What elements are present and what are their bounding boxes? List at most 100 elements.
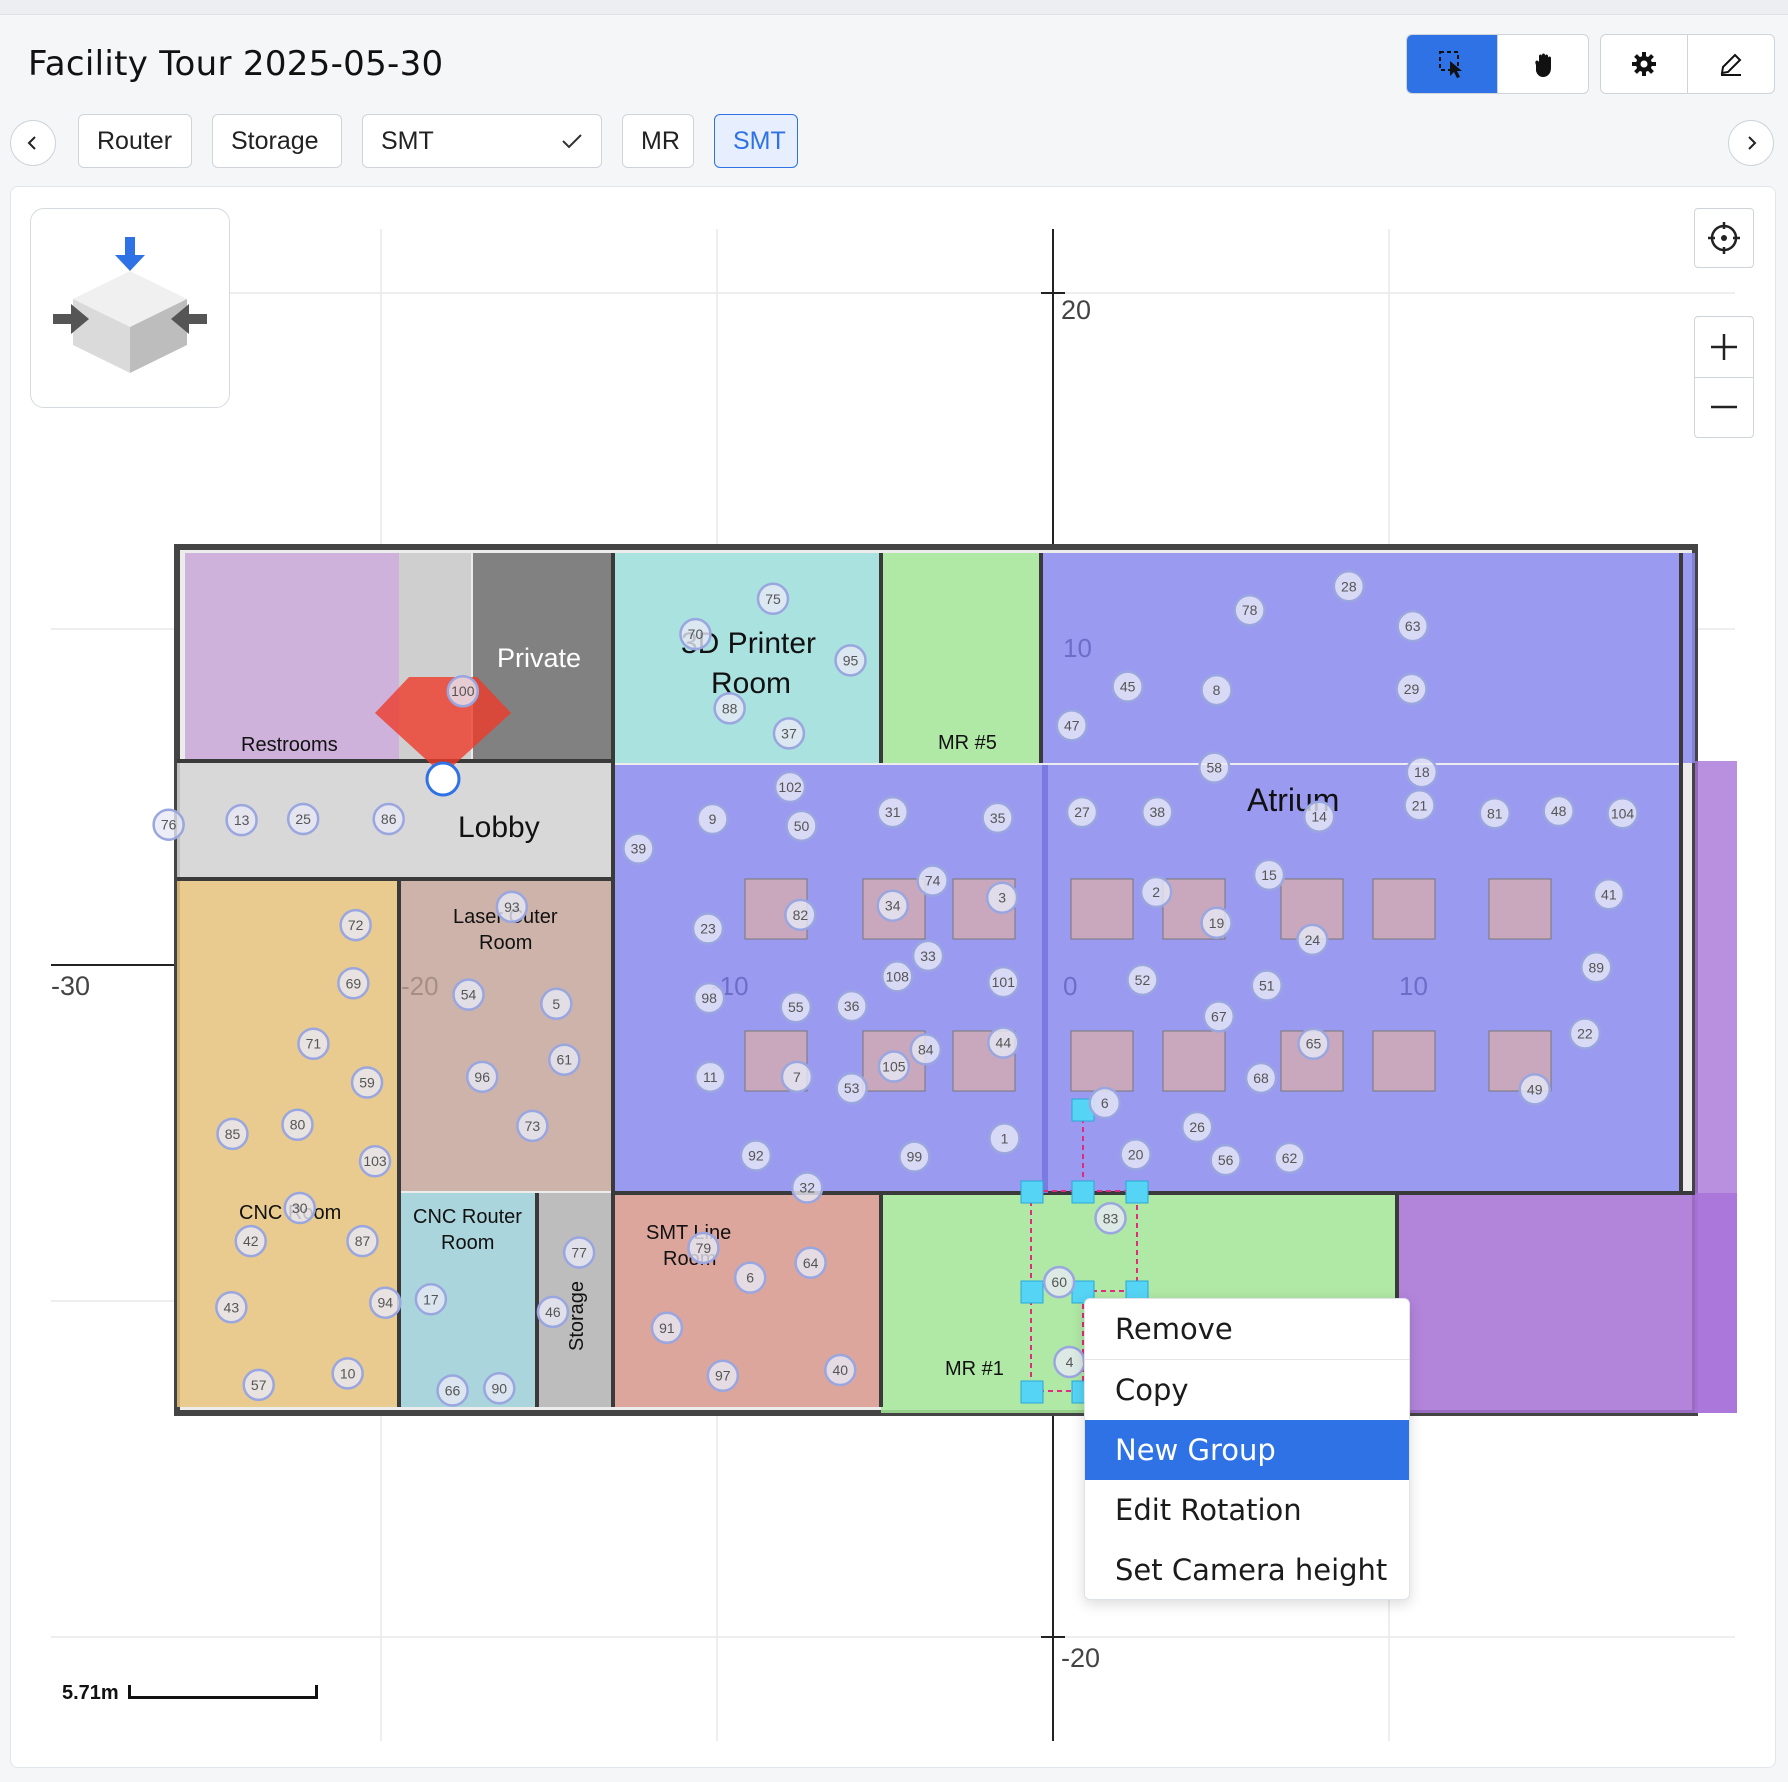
camera-marker[interactable]: 85 [216, 1117, 249, 1151]
camera-marker[interactable]: 57 [242, 1368, 275, 1402]
camera-marker[interactable]: 55 [779, 990, 813, 1024]
camera-marker[interactable]: 41 [1592, 878, 1626, 911]
menu-item-remove[interactable]: Remove [1085, 1299, 1409, 1359]
camera-marker[interactable]: 74 [916, 864, 949, 897]
camera-marker[interactable]: 26 [1180, 1110, 1214, 1144]
camera-marker[interactable]: 13 [225, 803, 258, 837]
atrium-north[interactable] [1043, 553, 1695, 763]
camera-marker[interactable]: 67 [1202, 1000, 1236, 1033]
camera-marker[interactable]: 44 [987, 1026, 1020, 1059]
camera-marker[interactable]: 88 [713, 692, 746, 725]
camera-marker[interactable]: 38 [1141, 795, 1174, 829]
camera-marker[interactable]: 89 [1580, 951, 1613, 984]
camera-marker[interactable]: 61 [548, 1043, 581, 1076]
camera-marker[interactable]: 14 [1302, 800, 1336, 833]
camera-marker[interactable]: 11 [694, 1060, 727, 1094]
camera-marker[interactable]: 42 [234, 1224, 267, 1258]
filter-chip-mr[interactable]: MR [622, 114, 694, 168]
filter-chip-router[interactable]: Router [78, 114, 192, 168]
room-restrooms[interactable] [185, 553, 399, 759]
camera-marker[interactable]: 75 [756, 582, 790, 616]
camera-marker[interactable]: 33 [911, 939, 945, 973]
pan-tool-button[interactable] [1498, 35, 1588, 93]
camera-marker[interactable]: 76 [152, 808, 185, 841]
camera-marker[interactable]: 105 [877, 1050, 911, 1083]
camera-marker[interactable]: 64 [794, 1246, 827, 1280]
camera-marker[interactable]: 54 [452, 978, 485, 1011]
camera-marker[interactable]: 36 [835, 989, 868, 1023]
camera-marker[interactable]: 87 [346, 1224, 379, 1258]
camera-marker[interactable]: 103 [358, 1144, 392, 1178]
camera-marker[interactable]: 77 [562, 1236, 596, 1269]
camera-marker[interactable]: 2 [1139, 875, 1173, 909]
scroll-left-button[interactable] [10, 120, 56, 166]
zoom-out-button[interactable] [1695, 378, 1753, 438]
camera-marker[interactable]: 24 [1296, 923, 1329, 957]
camera-marker[interactable]: 45 [1111, 670, 1144, 703]
camera-marker[interactable]: 7 [780, 1060, 814, 1094]
camera-marker[interactable]: 94 [369, 1286, 402, 1319]
camera-marker[interactable]: 4 [1053, 1345, 1086, 1379]
camera-marker[interactable]: 65 [1297, 1027, 1330, 1060]
camera-marker[interactable]: 59 [350, 1066, 384, 1099]
room-south-east[interactable] [1397, 1193, 1737, 1413]
camera-marker[interactable]: 10 [331, 1357, 364, 1390]
camera-marker[interactable]: 15 [1252, 858, 1286, 892]
camera-marker[interactable]: 108 [881, 960, 914, 993]
camera-marker[interactable]: 71 [297, 1027, 330, 1060]
camera-marker[interactable]: 52 [1126, 963, 1159, 997]
camera-marker[interactable]: 50 [785, 809, 818, 843]
camera-marker[interactable]: 40 [824, 1353, 857, 1387]
camera-marker[interactable]: 39 [622, 832, 655, 865]
camera-marker[interactable]: 69 [337, 967, 370, 1000]
menu-item-edit-rotation[interactable]: Edit Rotation [1085, 1480, 1409, 1540]
camera-marker[interactable]: 95 [834, 644, 867, 677]
camera-marker[interactable]: 83 [1094, 1202, 1127, 1235]
camera-marker[interactable]: 53 [835, 1071, 868, 1105]
camera-marker[interactable]: 1 [988, 1122, 1021, 1155]
camera-marker[interactable]: 92 [739, 1139, 773, 1172]
room-mr1[interactable] [881, 1193, 1045, 1413]
camera-marker[interactable]: 78 [1233, 593, 1266, 627]
camera-marker[interactable]: 81 [1478, 797, 1512, 830]
camera-marker[interactable]: 9 [696, 802, 729, 836]
filter-chip-smt-active[interactable]: SMT [714, 114, 798, 168]
camera-marker[interactable]: 91 [650, 1311, 684, 1345]
floorplan-canvas[interactable]: 20 -20 -30 -10 0 10 -20 10 Restrooms Pri… [10, 186, 1776, 1768]
camera-marker[interactable]: 48 [1542, 794, 1575, 828]
camera-marker[interactable]: 6 [733, 1261, 767, 1294]
camera-marker[interactable]: 97 [706, 1359, 740, 1392]
camera-marker[interactable]: 3 [985, 881, 1019, 914]
camera-marker[interactable]: 102 [773, 770, 807, 804]
floorplan-map[interactable]: 20 -20 -30 -10 0 10 -20 10 Restrooms Pri… [11, 187, 1775, 1767]
filter-dropdown-smt[interactable]: SMT [362, 114, 602, 168]
camera-marker[interactable]: 86 [372, 802, 405, 836]
camera-marker[interactable]: 98 [692, 981, 726, 1015]
camera-marker[interactable]: 73 [516, 1109, 549, 1143]
camera-marker[interactable]: 37 [772, 717, 806, 750]
camera-marker[interactable]: 79 [687, 1231, 720, 1265]
camera-marker[interactable]: 21 [1403, 789, 1436, 822]
camera-marker[interactable]: 19 [1200, 906, 1233, 940]
camera-marker[interactable]: 18 [1405, 755, 1439, 789]
recenter-button[interactable] [1694, 208, 1754, 268]
menu-item-set-camera-height[interactable]: Set Camera height [1085, 1540, 1409, 1600]
camera-marker[interactable]: 30 [283, 1191, 317, 1225]
camera-marker[interactable]: 70 [679, 617, 712, 651]
camera-marker[interactable]: 47 [1055, 709, 1088, 742]
camera-marker[interactable]: 99 [898, 1140, 931, 1173]
edit-button[interactable] [1688, 35, 1774, 93]
camera-marker[interactable]: 63 [1396, 609, 1429, 643]
camera-marker[interactable]: 49 [1518, 1073, 1551, 1106]
camera-marker[interactable]: 51 [1250, 969, 1283, 1002]
camera-marker[interactable]: 68 [1244, 1061, 1278, 1095]
camera-marker[interactable]: 31 [876, 795, 909, 829]
camera-marker[interactable]: 60 [1042, 1265, 1076, 1299]
camera-marker[interactable]: 100 [446, 674, 480, 708]
camera-marker[interactable]: 28 [1332, 570, 1366, 603]
scroll-right-button[interactable] [1728, 120, 1774, 166]
camera-marker[interactable]: 82 [784, 898, 817, 932]
camera-marker[interactable]: 8 [1200, 673, 1233, 707]
camera-marker[interactable]: 32 [790, 1171, 824, 1204]
camera-marker[interactable]: 84 [909, 1033, 943, 1066]
